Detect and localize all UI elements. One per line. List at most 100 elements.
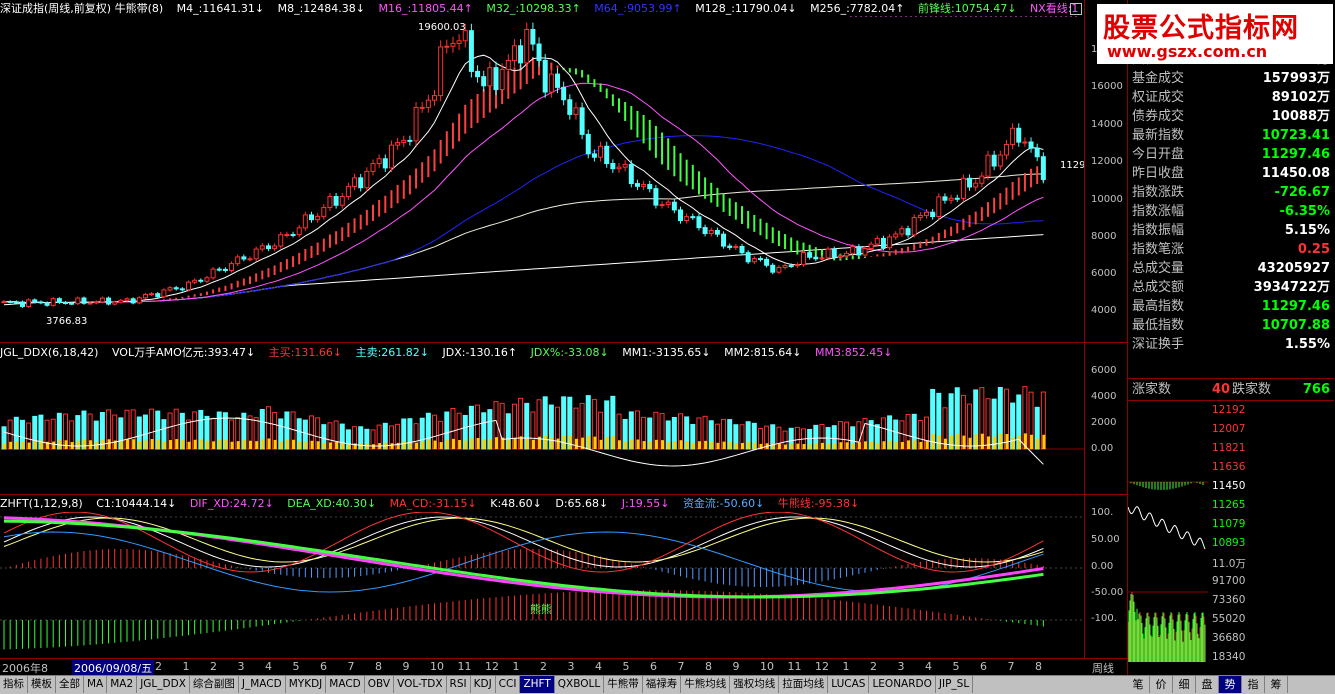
tab-21[interactable]: 拉面均线 <box>779 676 829 693</box>
ddx-sub-bar <box>648 441 652 449</box>
stat-label: 总成交额 <box>1132 280 1185 295</box>
candle-body <box>407 139 413 142</box>
tab-0[interactable]: 指标 <box>0 676 28 693</box>
ddx-sub-bar <box>33 440 37 449</box>
candle-body <box>63 302 68 305</box>
ddx-sub-bar <box>697 441 701 449</box>
tab-15[interactable]: ZHFT <box>520 676 555 693</box>
candle-body <box>401 139 407 144</box>
candle-body <box>837 255 843 258</box>
site-logo: 股票公式指标网 www.gszx.com.cn <box>1097 4 1333 64</box>
candle-body <box>641 184 647 187</box>
stat-label: 最新指数 <box>1132 128 1185 143</box>
ddx-sub-bar <box>814 443 818 449</box>
ddx-sub-bar <box>464 440 468 449</box>
right-info-panel: 国债成交167万基金成交157993万权证成交89102万债券成交10088万最… <box>1127 0 1335 693</box>
tab-2[interactable]: 全部 <box>56 676 84 693</box>
ddx-sub-bar <box>802 443 806 449</box>
tab-23[interactable]: LEONARDO <box>869 676 936 693</box>
tab-18[interactable]: 福禄寿 <box>643 676 682 693</box>
ddx-zhumai2: 主卖:261.82↓ <box>355 346 430 359</box>
candle-body <box>548 73 554 93</box>
right-tab-4[interactable]: 势 <box>1219 676 1242 693</box>
stat-label: 总成交量 <box>1132 261 1185 276</box>
tab-9[interactable]: MACD <box>326 676 365 693</box>
ddx-sub-bar <box>396 442 400 449</box>
stat-row: 指数振幅 5.15% <box>1128 221 1334 240</box>
candle-body <box>106 297 112 305</box>
ddx-sub-bar <box>1011 437 1015 449</box>
tab-16[interactable]: QXBOLL <box>555 676 605 693</box>
ddx-mm2: MM2:815.64↓ <box>724 346 802 359</box>
right-tab-6[interactable]: 筹 <box>1265 676 1288 693</box>
candle-body <box>862 248 868 256</box>
right-tab-3[interactable]: 盘 <box>1196 676 1219 693</box>
ddx-sub-bar <box>175 439 179 449</box>
stat-label: 今日开盘 <box>1132 147 1185 162</box>
candle-body <box>161 289 167 298</box>
period-label[interactable]: 周线 <box>1092 660 1114 676</box>
tab-7[interactable]: J_MACD <box>239 676 286 693</box>
ddx-sub-bar <box>341 442 345 449</box>
tab-20[interactable]: 强权均线 <box>730 676 780 693</box>
candle-body <box>825 248 831 259</box>
tab-10[interactable]: OBV <box>365 676 395 693</box>
ddx-sub-bar <box>347 444 351 449</box>
tab-8[interactable]: MYKDJ <box>286 676 327 693</box>
ddx-sub-bar <box>593 436 597 449</box>
ddx-sub-bar <box>907 440 911 449</box>
candle-body <box>1 301 7 304</box>
tab-12[interactable]: RSI <box>447 676 471 693</box>
y-tick: 12000 <box>1091 156 1123 167</box>
ddx-sub-bar <box>451 438 455 449</box>
tab-5[interactable]: JGL_DDX <box>137 676 190 693</box>
candle-body <box>32 299 38 303</box>
ddx-sub-bar <box>1042 434 1046 449</box>
candle-body <box>259 245 265 250</box>
ddx-sub-bar <box>771 442 775 449</box>
right-tab-2[interactable]: 细 <box>1173 676 1196 693</box>
tab-17[interactable]: 牛熊带 <box>604 676 643 693</box>
candle-body <box>198 279 204 282</box>
ddx-sub-bar <box>987 436 990 449</box>
candle-body <box>432 95 437 101</box>
candle-body <box>302 214 308 229</box>
zhft-chart[interactable]: 熊熊 <box>0 512 1084 658</box>
tab-13[interactable]: KDJ <box>471 676 496 693</box>
ddx-jdxp: JDX%:-33.08↓ <box>530 346 609 359</box>
tab-4[interactable]: MA2 <box>107 676 138 693</box>
candle-body <box>26 299 32 307</box>
mini-axis-label: 12192 <box>1212 404 1246 416</box>
tab-19[interactable]: 牛熊均线 <box>681 676 731 693</box>
ddx-sub-bar <box>415 442 419 449</box>
panel-toggle-icon[interactable] <box>1070 3 1082 15</box>
tab-22[interactable]: LUCAS <box>828 676 870 693</box>
candle-body <box>235 256 241 265</box>
ddx-sub-bar <box>445 439 449 449</box>
tab-6[interactable]: 综合副图 <box>190 676 239 693</box>
ddx-sub-bar <box>427 440 431 449</box>
candle-body <box>844 252 850 257</box>
right-tab-5[interactable]: 指 <box>1242 676 1265 693</box>
ddx-sub-bar <box>181 440 185 449</box>
month-label: 9 <box>732 660 740 673</box>
stat-value: 11450.08 <box>1261 166 1330 181</box>
right-tab-0[interactable]: 笔 <box>1127 676 1150 693</box>
right-tab-1[interactable]: 价 <box>1150 676 1173 693</box>
tab-3[interactable]: MA <box>84 676 108 693</box>
tab-1[interactable]: 模板 <box>28 676 56 693</box>
candle-body <box>708 229 714 235</box>
ddx-sub-bar <box>488 439 492 449</box>
ddx-chart[interactable] <box>0 362 1084 492</box>
tab-11[interactable]: VOL-TDX <box>394 676 447 693</box>
candle-body <box>887 236 893 249</box>
mini-chart[interactable] <box>1128 402 1208 672</box>
stat-label: 基金成交 <box>1132 71 1185 86</box>
month-label: 2 <box>540 660 547 673</box>
main-candle-chart[interactable]: 19600.03 3766.83 1129 <box>0 16 1084 342</box>
ddx-sub-bar <box>27 442 31 449</box>
tab-14[interactable]: CCI <box>496 676 521 693</box>
stat-label: 指数笔涨 <box>1132 242 1185 257</box>
tab-24[interactable]: JIP_SL <box>936 676 974 693</box>
ddx-sub-bar <box>753 442 757 449</box>
